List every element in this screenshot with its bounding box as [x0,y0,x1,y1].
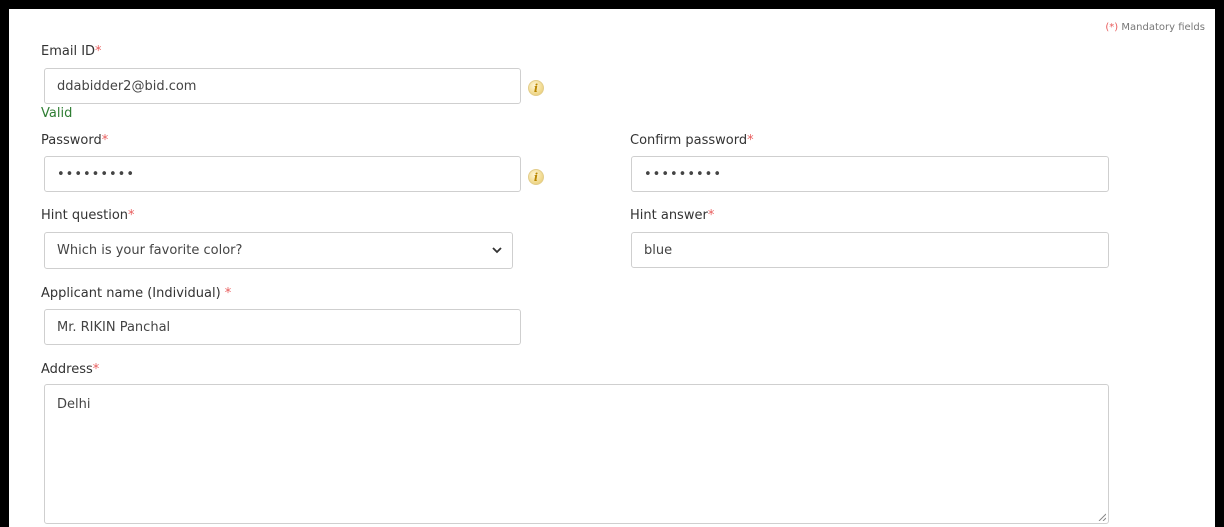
required-marker: * [224,286,232,301]
applicant-name-label-text: Applicant name (Individual) [41,286,225,301]
address-value: Delhi [57,397,91,412]
hint-answer-field[interactable]: blue [631,232,1109,268]
applicant-name-label: Applicant name (Individual) * [41,286,231,301]
password-label: Password* [41,133,108,148]
info-icon[interactable]: i [528,80,544,96]
resize-grip-icon[interactable] [1098,513,1106,521]
address-label: Address* [41,362,99,377]
hint-question-select[interactable]: Which is your favorite color? [44,232,513,269]
address-label-text: Address [41,362,93,377]
required-marker: * [92,362,100,377]
address-textarea[interactable]: Delhi [44,384,1109,524]
email-value: ddabidder2@bid.com [57,78,197,94]
chevron-down-icon [492,246,502,253]
confirm-password-label-text: Confirm password [630,133,748,148]
confirm-password-value: ••••••••• [644,166,723,182]
applicant-name-value: Mr. RIKIN Panchal [57,319,171,335]
hint-answer-label-text: Hint answer [630,208,708,223]
info-icon[interactable]: i [528,169,544,185]
hint-question-selected: Which is your favorite color? [57,243,243,258]
confirm-password-label: Confirm password* [630,133,754,148]
hint-question-label: Hint question* [41,208,135,223]
required-marker: * [95,44,102,59]
required-marker: * [747,133,754,148]
mandatory-fields-note: (*) Mandatory fields [1105,22,1205,33]
hint-answer-label: Hint answer* [630,208,714,223]
hint-answer-value: blue [644,242,673,258]
required-marker: * [128,208,135,223]
confirm-password-field[interactable]: ••••••••• [631,156,1109,192]
required-marker: * [707,208,715,223]
password-field[interactable]: ••••••••• [44,156,521,192]
hint-question-label-text: Hint question [41,208,129,223]
email-label: Email ID* [41,44,102,59]
email-field[interactable]: ddabidder2@bid.com [44,68,521,104]
required-marker: * [101,133,109,148]
password-label-text: Password [41,133,102,148]
email-valid-status: Valid [41,106,73,121]
mandatory-note-text: Mandatory fields [1118,22,1205,33]
applicant-name-field[interactable]: Mr. RIKIN Panchal [44,309,521,345]
email-label-text: Email ID [41,44,96,59]
mandatory-marker: (*) [1105,22,1119,33]
password-value: ••••••••• [57,166,136,182]
registration-form: (*) Mandatory fields Email ID* ddabidder… [9,9,1215,527]
